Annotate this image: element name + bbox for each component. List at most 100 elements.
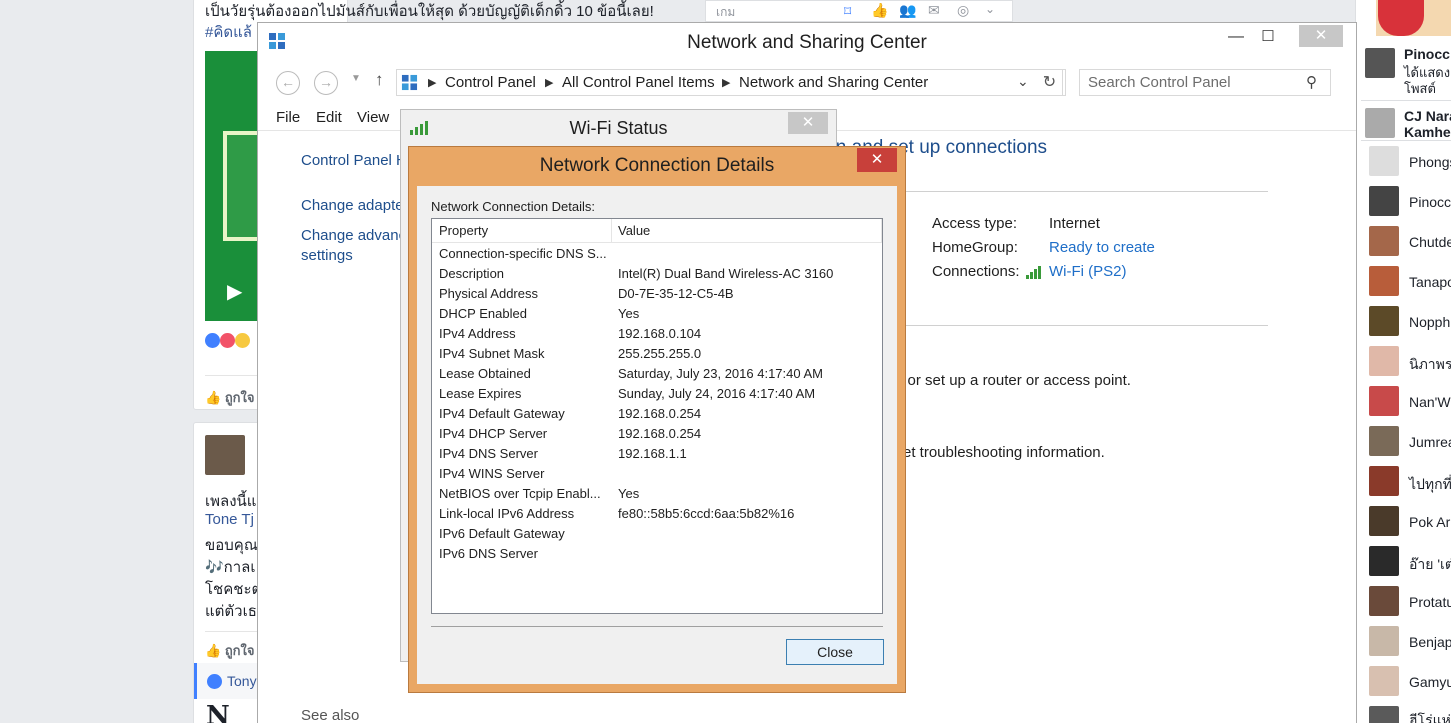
breadcrumb-chevron-icon[interactable]: ▶: [722, 76, 730, 89]
up-arrow-icon[interactable]: ↑: [375, 70, 384, 90]
homegroup-link[interactable]: Ready to create: [1049, 239, 1155, 256]
chat-contact-name[interactable]: อ๊าย 'เต๋: [1409, 554, 1451, 576]
thumbs-up-icon[interactable]: 👍: [871, 2, 888, 19]
avatar[interactable]: [1369, 706, 1399, 723]
refresh-icon[interactable]: ↻: [1037, 69, 1063, 96]
avatar[interactable]: [1369, 666, 1399, 696]
table-row[interactable]: IPv4 Subnet Mask 255.255.255.0: [432, 344, 882, 364]
column-header-property[interactable]: Property: [439, 223, 488, 238]
title-bar[interactable]: Network and Sharing Center — ☐ ✕: [258, 23, 1356, 61]
table-row[interactable]: Connection-specific DNS S...: [432, 244, 882, 264]
chat-contact-name[interactable]: Benjap: [1409, 634, 1451, 650]
table-row[interactable]: Description Intel(R) Dual Band Wireless-A…: [432, 264, 882, 284]
avatar[interactable]: [1369, 266, 1399, 296]
search-input[interactable]: Search Control Panel ⚲: [1079, 69, 1331, 96]
wifi-status-close-button[interactable]: ✕: [788, 112, 828, 134]
table-row[interactable]: Link-local IPv6 Address fe80::58b5:6ccd:6…: [432, 504, 882, 524]
table-row[interactable]: Physical Address D0-7E-35-12-C5-4B: [432, 284, 882, 304]
close-button[interactable]: Close: [786, 639, 884, 665]
chat-contact-name[interactable]: Nopph: [1409, 314, 1450, 330]
chat-contact-name[interactable]: CJ Nara: [1404, 108, 1451, 124]
bookmark-icon[interactable]: ⌑: [844, 3, 851, 20]
chat-contact-name[interactable]: Pok Ar: [1409, 514, 1450, 530]
back-arrow-icon[interactable]: ←: [276, 71, 300, 95]
avatar[interactable]: [1369, 346, 1399, 376]
column-header-value[interactable]: Value: [618, 223, 650, 238]
chat-contact-name[interactable]: Nan'W: [1409, 394, 1451, 410]
menu-file[interactable]: File: [276, 109, 300, 126]
avatar[interactable]: [1369, 386, 1399, 416]
chat-contact-name[interactable]: Protatu: [1409, 594, 1451, 610]
column-divider[interactable]: [611, 219, 612, 243]
chat-contact-name[interactable]: Chutde: [1409, 234, 1451, 250]
breadcrumb-chevron-icon[interactable]: ▶: [428, 76, 436, 89]
menu-view[interactable]: View: [357, 109, 389, 126]
breadcrumb-all-items[interactable]: All Control Panel Items: [562, 74, 715, 91]
play-icon[interactable]: ▶: [227, 279, 242, 304]
control-panel-home-link[interactable]: Control Panel H: [301, 152, 407, 169]
wifi-connection-link[interactable]: Wi-Fi (PS2): [1049, 263, 1127, 280]
table-row[interactable]: NetBIOS over Tcpip Enabl... Yes: [432, 484, 882, 504]
post-video-thumbnail[interactable]: ▶: [205, 51, 265, 321]
chat-contact-name[interactable]: Pinocc: [1409, 194, 1451, 210]
address-bar[interactable]: ▶ Control Panel ▶ All Control Panel Item…: [396, 69, 1066, 96]
avatar[interactable]: [1369, 466, 1399, 496]
chat-contact-name[interactable]: ฮีโร่แห่: [1409, 710, 1451, 723]
avatar[interactable]: [1365, 108, 1395, 138]
avatar[interactable]: [1369, 426, 1399, 456]
breadcrumb-chevron-icon[interactable]: ▶: [545, 76, 553, 89]
table-row[interactable]: IPv4 Default Gateway 192.168.0.254: [432, 404, 882, 424]
menu-edit[interactable]: Edit: [316, 109, 342, 126]
chat-contact-name[interactable]: Pinocc: [1404, 46, 1450, 62]
details-list[interactable]: Property Value Connection-specific DNS S…: [431, 218, 883, 614]
table-row[interactable]: IPv6 Default Gateway: [432, 524, 882, 544]
recent-pages-chevron-icon[interactable]: ▼: [351, 73, 361, 84]
avatar[interactable]: [205, 435, 245, 475]
chat-contact-name[interactable]: Tanapo: [1409, 274, 1451, 290]
table-row[interactable]: IPv4 DHCP Server 192.168.0.254: [432, 424, 882, 444]
reaction-icons[interactable]: [205, 333, 250, 351]
post-hashtag[interactable]: #คิดแล้: [205, 20, 252, 44]
table-row[interactable]: DHCP Enabled Yes: [432, 304, 882, 324]
post-line[interactable]: Tone Tj: [205, 511, 254, 528]
breadcrumb-network-sharing[interactable]: Network and Sharing Center: [739, 74, 928, 91]
avatar[interactable]: [1369, 586, 1399, 616]
avatar[interactable]: [1365, 48, 1395, 78]
chevron-down-icon[interactable]: ⌄: [985, 2, 995, 16]
table-row[interactable]: IPv4 WINS Server: [432, 464, 882, 484]
avatar[interactable]: [1369, 546, 1399, 576]
search-icon[interactable]: ⚲: [1306, 73, 1317, 91]
comment-author[interactable]: Tony: [227, 673, 257, 689]
avatar[interactable]: [1369, 226, 1399, 256]
chat-contact-name[interactable]: Jumrea: [1409, 434, 1451, 450]
table-row[interactable]: IPv4 DNS Server 192.168.1.1: [432, 444, 882, 464]
table-row[interactable]: IPv4 Address 192.168.0.104: [432, 324, 882, 344]
avatar[interactable]: [1369, 146, 1399, 176]
chat-contact-name[interactable]: Gamyu: [1409, 674, 1451, 690]
avatar[interactable]: [1369, 306, 1399, 336]
messages-icon[interactable]: ✉: [928, 2, 940, 19]
change-adapter-settings-link[interactable]: Change adapte: [301, 197, 404, 214]
chat-contact-name[interactable]: Phongs: [1409, 154, 1451, 170]
like-button[interactable]: 👍 ถูกใจ: [205, 387, 255, 408]
table-row[interactable]: Lease Expires Sunday, July 24, 2016 4:17:…: [432, 384, 882, 404]
dialog-close-button[interactable]: ✕: [857, 148, 897, 172]
address-dropdown-chevron-icon[interactable]: ⌄: [1017, 73, 1029, 90]
forward-arrow-icon[interactable]: →: [314, 71, 338, 95]
notification-icon[interactable]: ◎: [957, 2, 969, 19]
chat-contact-name[interactable]: ไปทุกที่: [1409, 474, 1451, 496]
change-advanced-sharing-link[interactable]: Change advanc: [301, 227, 406, 244]
breadcrumb-control-panel[interactable]: Control Panel: [445, 74, 536, 91]
table-row[interactable]: IPv6 DNS Server: [432, 544, 882, 564]
avatar[interactable]: [1369, 506, 1399, 536]
window-close-button[interactable]: ✕: [1299, 25, 1343, 47]
column-divider[interactable]: [881, 219, 882, 243]
avatar[interactable]: [1369, 186, 1399, 216]
like-button[interactable]: 👍 ถูกใจ: [205, 640, 255, 661]
change-advanced-sharing-link-line2[interactable]: settings: [301, 247, 353, 264]
chat-contact-name[interactable]: นิภาพร: [1409, 354, 1451, 376]
table-row[interactable]: Lease Obtained Saturday, July 23, 2016 4:…: [432, 364, 882, 384]
friends-icon[interactable]: 👥: [899, 2, 916, 19]
maximize-button[interactable]: ☐: [1248, 25, 1288, 49]
avatar[interactable]: [1369, 626, 1399, 656]
